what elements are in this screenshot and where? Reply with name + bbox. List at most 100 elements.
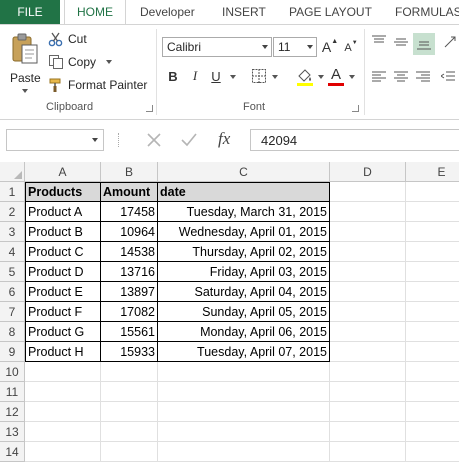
decrease-indent-icon[interactable] xyxy=(441,71,455,83)
empty-cell[interactable] xyxy=(101,402,158,422)
empty-cell[interactable] xyxy=(330,362,406,382)
empty-cell[interactable] xyxy=(330,282,406,302)
copy-button[interactable]: Copy xyxy=(48,54,113,70)
empty-cell[interactable] xyxy=(25,382,101,402)
empty-cell[interactable] xyxy=(406,242,459,262)
tab-page-layout[interactable]: PAGE LAYOUT xyxy=(289,0,372,24)
font-dialog-launcher[interactable] xyxy=(352,105,359,112)
italic-button[interactable]: I xyxy=(188,67,202,85)
empty-cell[interactable] xyxy=(406,362,459,382)
empty-cell[interactable] xyxy=(330,342,406,362)
empty-cell[interactable] xyxy=(158,442,330,462)
align-right-icon[interactable] xyxy=(416,71,430,83)
empty-cell[interactable] xyxy=(158,362,330,382)
column-header-e[interactable]: E xyxy=(406,162,459,182)
copy-dropdown-arrow[interactable] xyxy=(106,60,113,64)
cut-button[interactable]: Cut xyxy=(48,31,87,47)
borders-icon[interactable] xyxy=(252,69,266,83)
product-cell[interactable]: Product E xyxy=(25,282,101,302)
empty-cell[interactable] xyxy=(101,422,158,442)
product-cell[interactable]: Product A xyxy=(25,202,101,222)
empty-cell[interactable] xyxy=(158,382,330,402)
row-header[interactable]: 8 xyxy=(0,322,25,342)
underline-button[interactable]: U xyxy=(209,67,223,85)
empty-cell[interactable] xyxy=(101,382,158,402)
amount-cell[interactable]: 14538 xyxy=(101,242,158,262)
table-header-cell[interactable]: date xyxy=(158,182,330,202)
date-cell[interactable]: Wednesday, April 01, 2015 xyxy=(158,222,330,242)
enter-check-icon[interactable] xyxy=(180,132,198,148)
product-cell[interactable]: Product G xyxy=(25,322,101,342)
empty-cell[interactable] xyxy=(25,362,101,382)
amount-cell[interactable]: 15933 xyxy=(101,342,158,362)
empty-cell[interactable] xyxy=(101,362,158,382)
table-header-cell[interactable]: Amount xyxy=(101,182,158,202)
row-header[interactable]: 3 xyxy=(0,222,25,242)
fill-color-dropdown-arrow[interactable] xyxy=(318,75,324,79)
table-header-cell[interactable]: Products xyxy=(25,182,101,202)
tab-developer[interactable]: Developer xyxy=(140,0,195,24)
row-header[interactable]: 7 xyxy=(0,302,25,322)
date-cell[interactable]: Sunday, April 05, 2015 xyxy=(158,302,330,322)
row-header[interactable]: 14 xyxy=(0,442,25,462)
empty-cell[interactable] xyxy=(406,262,459,282)
amount-cell[interactable]: 10964 xyxy=(101,222,158,242)
date-cell[interactable]: Tuesday, March 31, 2015 xyxy=(158,202,330,222)
row-header[interactable]: 6 xyxy=(0,282,25,302)
align-center-icon[interactable] xyxy=(394,71,408,83)
row-header[interactable]: 11 xyxy=(0,382,25,402)
product-cell[interactable]: Product B xyxy=(25,222,101,242)
product-cell[interactable]: Product F xyxy=(25,302,101,322)
date-cell[interactable]: Monday, April 06, 2015 xyxy=(158,322,330,342)
empty-cell[interactable] xyxy=(406,442,459,462)
empty-cell[interactable] xyxy=(330,442,406,462)
empty-cell[interactable] xyxy=(330,422,406,442)
column-header-d[interactable]: D xyxy=(330,162,406,182)
chevron-down-icon[interactable] xyxy=(92,138,98,142)
format-painter-button[interactable]: Format Painter xyxy=(48,77,147,93)
empty-cell[interactable] xyxy=(158,402,330,422)
date-cell[interactable]: Saturday, April 04, 2015 xyxy=(158,282,330,302)
empty-cell[interactable] xyxy=(25,442,101,462)
date-cell[interactable]: Tuesday, April 07, 2015 xyxy=(158,342,330,362)
row-header[interactable]: 12 xyxy=(0,402,25,422)
row-header[interactable]: 1 xyxy=(0,182,25,202)
name-box[interactable] xyxy=(6,129,104,151)
empty-cell[interactable] xyxy=(406,422,459,442)
paste-dropdown-arrow[interactable] xyxy=(22,89,28,93)
empty-cell[interactable] xyxy=(406,222,459,242)
column-header-b[interactable]: B xyxy=(101,162,158,182)
amount-cell[interactable]: 17082 xyxy=(101,302,158,322)
tab-insert[interactable]: INSERT xyxy=(222,0,266,24)
empty-cell[interactable] xyxy=(330,302,406,322)
align-left-icon[interactable] xyxy=(372,71,386,83)
fill-color-icon[interactable] xyxy=(296,67,314,87)
date-cell[interactable]: Thursday, April 02, 2015 xyxy=(158,242,330,262)
formula-bar-grip[interactable] xyxy=(118,133,121,147)
tab-file[interactable]: FILE xyxy=(0,0,60,24)
middle-align-icon[interactable] xyxy=(394,37,408,49)
formula-input[interactable]: 42094 xyxy=(250,129,459,151)
underline-dropdown-arrow[interactable] xyxy=(230,75,236,79)
bold-button[interactable]: B xyxy=(166,67,180,85)
empty-cell[interactable] xyxy=(330,182,406,202)
insert-function-button[interactable]: fx xyxy=(218,129,230,149)
empty-cell[interactable] xyxy=(158,422,330,442)
empty-cell[interactable] xyxy=(406,302,459,322)
font-color-dropdown-arrow[interactable] xyxy=(349,75,355,79)
paste-button[interactable]: Paste xyxy=(6,31,44,95)
amount-cell[interactable]: 13897 xyxy=(101,282,158,302)
row-header[interactable]: 5 xyxy=(0,262,25,282)
empty-cell[interactable] xyxy=(25,402,101,422)
product-cell[interactable]: Product H xyxy=(25,342,101,362)
empty-cell[interactable] xyxy=(406,382,459,402)
bottom-align-button[interactable] xyxy=(413,33,435,55)
empty-cell[interactable] xyxy=(406,182,459,202)
empty-cell[interactable] xyxy=(101,442,158,462)
clipboard-dialog-launcher[interactable] xyxy=(146,105,153,112)
empty-cell[interactable] xyxy=(406,202,459,222)
amount-cell[interactable]: 13716 xyxy=(101,262,158,282)
empty-cell[interactable] xyxy=(406,342,459,362)
date-cell[interactable]: Friday, April 03, 2015 xyxy=(158,262,330,282)
borders-dropdown-arrow[interactable] xyxy=(272,75,278,79)
